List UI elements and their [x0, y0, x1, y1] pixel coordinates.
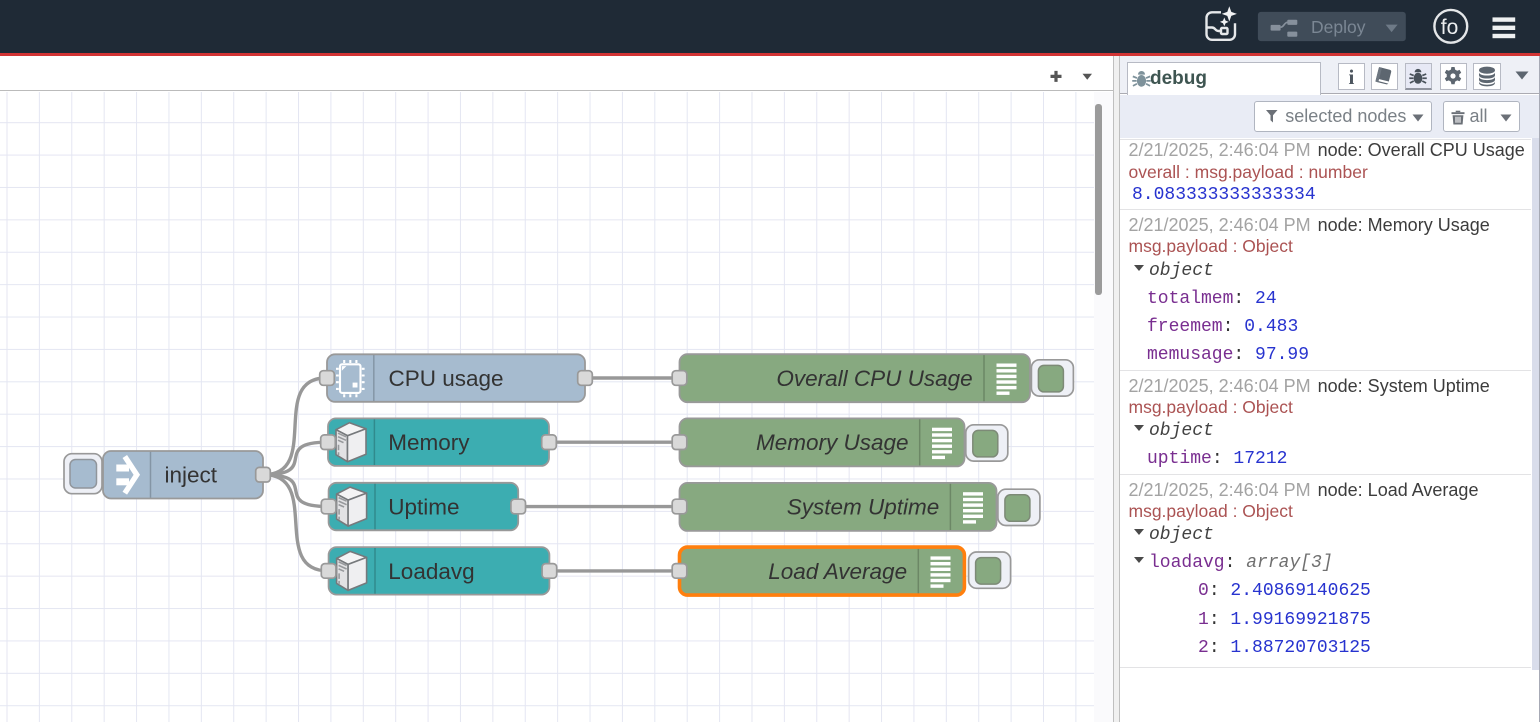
- svg-text:Uptime: Uptime: [388, 495, 459, 520]
- svg-text:Overall CPU Usage: Overall CPU Usage: [776, 366, 972, 391]
- svg-text:System Uptime: System Uptime: [787, 495, 940, 520]
- svg-text:Memory: Memory: [388, 430, 470, 455]
- svg-text:inject: inject: [165, 463, 218, 488]
- svg-text:Deploy: Deploy: [1311, 17, 1366, 37]
- svg-text:Loadavg: Loadavg: [388, 559, 474, 584]
- svg-text:CPU usage: CPU usage: [389, 366, 504, 391]
- svg-text:Memory Usage: Memory Usage: [756, 430, 909, 455]
- svg-text:Load Average: Load Average: [768, 559, 907, 584]
- svg-text:fo: fo: [1441, 16, 1459, 39]
